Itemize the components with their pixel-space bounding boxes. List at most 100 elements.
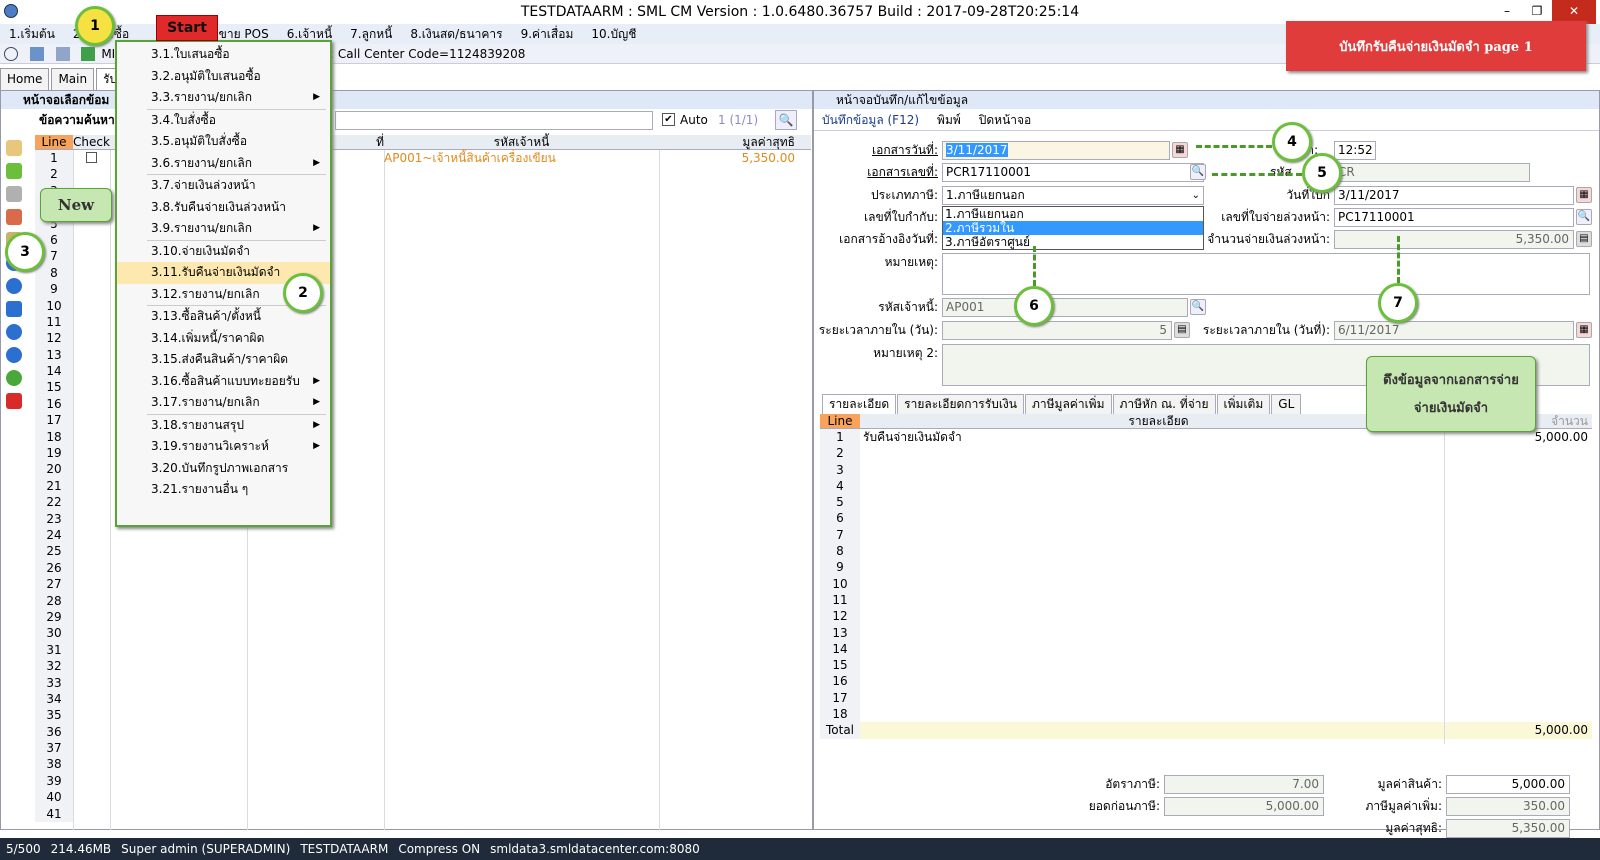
calendar-icon[interactable]: ▦: [1576, 187, 1592, 203]
table-row[interactable]: 31: [35, 641, 811, 659]
table-row[interactable]: 36: [35, 723, 811, 741]
menu-item[interactable]: 3.19.รายงานวิเคราะห์ ▶: [117, 436, 330, 458]
fast-forward-icon[interactable]: [6, 301, 22, 317]
doc-date-field[interactable]: 3/11/2017: [942, 141, 1170, 160]
term-days-field[interactable]: 5: [942, 321, 1172, 340]
menu-item[interactable]: 3.14.เพิ่มหนี้/ราคาผิด: [117, 328, 330, 350]
code-field[interactable]: CR: [1334, 163, 1530, 182]
auto-checkbox[interactable]: ✔: [662, 113, 675, 126]
col-line[interactable]: Line: [820, 414, 860, 428]
search-input[interactable]: [335, 111, 653, 130]
tax-rate-field[interactable]: 7.00: [1164, 775, 1324, 794]
tab-receive[interactable]: รายละเอียดการรับเงิน: [897, 394, 1024, 414]
new-doc-icon[interactable]: [6, 140, 22, 156]
menu-account[interactable]: 10.บัญชี: [582, 24, 645, 44]
detail-row[interactable]: 3: [820, 461, 1592, 478]
table-row[interactable]: 40: [35, 789, 811, 806]
row-check[interactable]: [73, 248, 110, 264]
menu-item[interactable]: 3.2.อนุมัติใบเสนอซื้อ: [117, 66, 330, 88]
row-check[interactable]: [73, 379, 110, 395]
menu-depreciation[interactable]: 9.ค่าเสื่อม: [512, 24, 583, 44]
doc-no-field[interactable]: PCR17110001: [942, 163, 1204, 182]
detail-row[interactable]: 5: [820, 494, 1592, 511]
row-check[interactable]: [73, 298, 110, 314]
layout-icon[interactable]: [29, 47, 44, 61]
detail-row[interactable]: 8: [820, 543, 1592, 560]
row-check[interactable]: [73, 347, 110, 363]
table-row[interactable]: 32: [35, 658, 811, 675]
menu-item[interactable]: 3.3.รายงาน/ยกเลิก ▶: [117, 87, 330, 109]
detail-row[interactable]: 13: [820, 624, 1592, 641]
menu-item[interactable]: 3.6.รายงาน/ยกเลิก ▶: [117, 153, 330, 175]
table-row[interactable]: 25: [35, 543, 811, 560]
detail-row[interactable]: 9: [820, 559, 1592, 576]
col-check[interactable]: Check: [73, 135, 110, 149]
detail-row[interactable]: 4: [820, 477, 1592, 495]
save-icon[interactable]: [55, 47, 70, 61]
table-row[interactable]: 27: [35, 576, 811, 593]
menu-item[interactable]: 3.1.ใบเสนอซื้อ: [117, 44, 330, 66]
calculator-icon[interactable]: ▤: [1576, 231, 1592, 247]
detail-row[interactable]: 14: [820, 640, 1592, 658]
row-check[interactable]: [73, 756, 110, 772]
calculator-icon[interactable]: ▤: [1174, 322, 1190, 338]
row-check[interactable]: [73, 412, 110, 428]
table-row[interactable]: 28: [35, 592, 811, 609]
menu-item[interactable]: 3.8.รับคืนจ่ายเงินล่วงหน้า: [117, 197, 330, 219]
detail-row[interactable]: 18: [820, 706, 1592, 723]
table-row[interactable]: 30: [35, 625, 811, 642]
tab-detail[interactable]: รายละเอียด: [822, 394, 897, 414]
row-check[interactable]: [73, 773, 110, 789]
print-button[interactable]: พิมพ์: [937, 109, 961, 130]
detail-row[interactable]: 17: [820, 689, 1592, 707]
time-field[interactable]: 12:52: [1334, 141, 1376, 160]
tab-wht[interactable]: ภาษีหัก ณ. ที่จ่าย: [1112, 394, 1216, 414]
row-check[interactable]: [73, 232, 110, 248]
menu-item[interactable]: 3.4.ใบสั่งซื้อ: [117, 110, 330, 132]
menu-item[interactable]: 3.7.จ่ายเงินล่วงหน้า: [117, 175, 330, 197]
table-row[interactable]: 41: [35, 805, 811, 823]
arrow-right-icon[interactable]: [6, 278, 22, 294]
detail-row[interactable]: 7: [820, 526, 1592, 544]
table-row[interactable]: 26: [35, 559, 811, 577]
menu-item[interactable]: 3.10.จ่ายเงินมัดจำ: [117, 241, 330, 263]
row-check[interactable]: [73, 789, 110, 805]
detail-row[interactable]: 6: [820, 510, 1592, 527]
detail-row[interactable]: 10: [820, 575, 1592, 592]
save-button[interactable]: บันทึกข้อมูล (F12): [822, 109, 919, 130]
row-check[interactable]: [73, 560, 110, 576]
edit-icon[interactable]: [6, 186, 22, 202]
row-check[interactable]: [73, 478, 110, 494]
tab-vat[interactable]: ภาษีมูลค่าเพิ่ม: [1024, 394, 1112, 414]
menu-item[interactable]: 3.16.ซื้อสินค้าแบบทะยอยรับ ▶: [117, 371, 330, 393]
creditor-field[interactable]: AP001: [942, 298, 1188, 317]
net-field[interactable]: 5,350.00: [1446, 819, 1570, 838]
row-check[interactable]: [73, 675, 110, 691]
tax-option-2[interactable]: 2.ภาษีรวมใน: [943, 221, 1203, 235]
vat-field[interactable]: 350.00: [1446, 797, 1570, 816]
detail-row[interactable]: 16: [820, 673, 1592, 690]
row-check[interactable]: [73, 642, 110, 658]
table-row[interactable]: 39: [35, 772, 811, 790]
row-check[interactable]: [73, 166, 110, 182]
menu-item[interactable]: 3.5.อนุมัติใบสั่งซื้อ: [117, 131, 330, 153]
tab-extra[interactable]: เพิ่มเติม: [1216, 394, 1271, 414]
calendar-icon[interactable]: ▦: [1576, 322, 1592, 338]
tax-option-3[interactable]: 3.ภาษีอัตราศูนย์: [943, 235, 1203, 249]
close-screen-button[interactable]: ปิดหน้าจอ: [979, 109, 1032, 130]
row-check[interactable]: [73, 609, 110, 625]
chevron-down-icon[interactable]: [4, 47, 18, 61]
row-check[interactable]: [73, 494, 110, 510]
tax-type-select[interactable]: 1.ภาษีแยกนอก ⌄: [942, 186, 1204, 205]
menu-item[interactable]: 3.17.รายงาน/ยกเลิก ▶: [117, 392, 330, 414]
col-line[interactable]: Line: [35, 135, 73, 149]
detail-row[interactable]: 2: [820, 445, 1592, 462]
tab-main[interactable]: Main: [51, 68, 95, 90]
delete-doc-icon[interactable]: [6, 209, 22, 225]
adv-no-field[interactable]: PC17110001: [1334, 208, 1574, 227]
row-check[interactable]: [73, 543, 110, 559]
adv-search-icon[interactable]: 🔍: [1576, 209, 1592, 225]
table-row[interactable]: 38: [35, 756, 811, 773]
table-row[interactable]: 33: [35, 674, 811, 691]
row-check[interactable]: [73, 625, 110, 641]
